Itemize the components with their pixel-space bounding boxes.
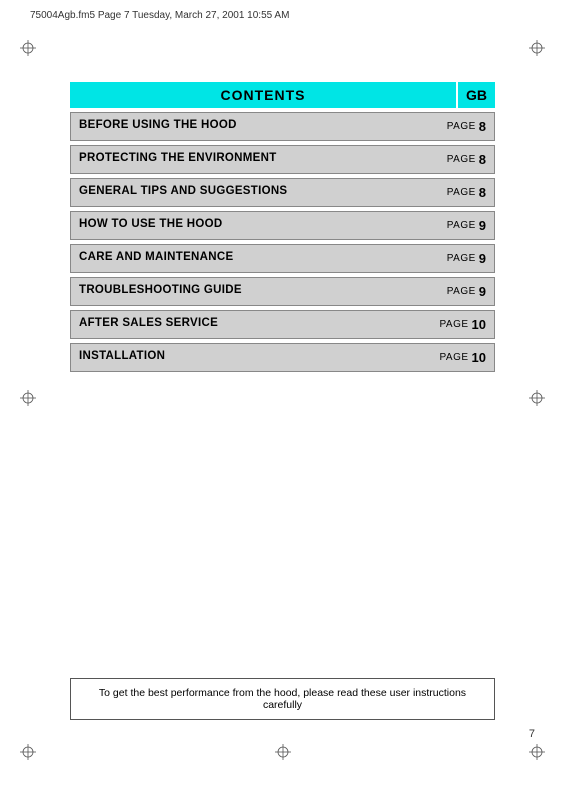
notice-text: To get the best performance from the hoo… — [99, 687, 466, 711]
row-label: TROUBLESHOOTING GUIDE — [71, 278, 424, 305]
page-label: PAGE — [447, 286, 476, 297]
table-row: GENERAL TIPS AND SUGGESTIONSPAGE8 — [70, 178, 495, 207]
reg-mark-mid-left — [20, 390, 36, 406]
notice-box: To get the best performance from the hoo… — [70, 678, 495, 720]
row-label: AFTER SALES SERVICE — [71, 311, 424, 338]
table-row: BEFORE USING THE HOODPAGE8 — [70, 112, 495, 141]
reg-mark-top-left — [20, 40, 36, 56]
content-area: CONTENTS GB BEFORE USING THE HOODPAGE8PR… — [70, 82, 495, 372]
file-info: 75004Agb.fm5 Page 7 Tuesday, March 27, 2… — [30, 10, 289, 21]
row-page: PAGE9 — [424, 245, 494, 272]
page-num: 9 — [479, 284, 486, 299]
page-num: 9 — [479, 251, 486, 266]
row-label: CARE AND MAINTENANCE — [71, 245, 424, 272]
table-row: INSTALLATION PAGE 10 — [70, 343, 495, 372]
row-page: PAGE8 — [424, 113, 494, 140]
page-num: 10 — [472, 350, 486, 365]
page-num: 8 — [479, 185, 486, 200]
page-num: 8 — [479, 152, 486, 167]
table-row: HOW TO USE THE HOODPAGE9 — [70, 211, 495, 240]
contents-gb: GB — [456, 82, 495, 108]
row-label: HOW TO USE THE HOOD — [71, 212, 424, 239]
contents-title-row: CONTENTS GB — [70, 82, 495, 108]
contents-rows: BEFORE USING THE HOODPAGE8PROTECTING THE… — [70, 112, 495, 372]
page-label: PAGE — [447, 154, 476, 165]
page-header: 75004Agb.fm5 Page 7 Tuesday, March 27, 2… — [0, 0, 565, 27]
reg-mark-mid-right — [529, 390, 545, 406]
row-page: PAGE9 — [424, 278, 494, 305]
page-number: 7 — [529, 728, 535, 740]
reg-mark-bottom-left — [20, 744, 36, 760]
table-row: TROUBLESHOOTING GUIDEPAGE9 — [70, 277, 495, 306]
page-num: 9 — [479, 218, 486, 233]
page-num: 10 — [472, 317, 486, 332]
row-page: PAGE 10 — [424, 311, 494, 338]
table-row: PROTECTING THE ENVIRONMENTPAGE8 — [70, 145, 495, 174]
reg-mark-bottom-right — [529, 744, 545, 760]
row-label: PROTECTING THE ENVIRONMENT — [71, 146, 424, 173]
page-label: PAGE — [447, 187, 476, 198]
page-num: 8 — [479, 119, 486, 134]
page-label: PAGE — [439, 352, 468, 363]
table-row: AFTER SALES SERVICE PAGE 10 — [70, 310, 495, 339]
page-label: PAGE — [439, 319, 468, 330]
page-label: PAGE — [447, 253, 476, 264]
row-label: BEFORE USING THE HOOD — [71, 113, 424, 140]
row-page: PAGE9 — [424, 212, 494, 239]
row-label: GENERAL TIPS AND SUGGESTIONS — [71, 179, 424, 206]
row-page: PAGE 10 — [424, 344, 494, 371]
contents-title: CONTENTS — [70, 82, 456, 108]
page-label: PAGE — [447, 121, 476, 132]
page-label: PAGE — [447, 220, 476, 231]
table-row: CARE AND MAINTENANCEPAGE9 — [70, 244, 495, 273]
reg-mark-bottom-center — [275, 744, 291, 760]
row-page: PAGE8 — [424, 179, 494, 206]
reg-mark-top-right — [529, 40, 545, 56]
row-label: INSTALLATION — [71, 344, 424, 371]
page-container: 75004Agb.fm5 Page 7 Tuesday, March 27, 2… — [0, 0, 565, 800]
row-page: PAGE8 — [424, 146, 494, 173]
